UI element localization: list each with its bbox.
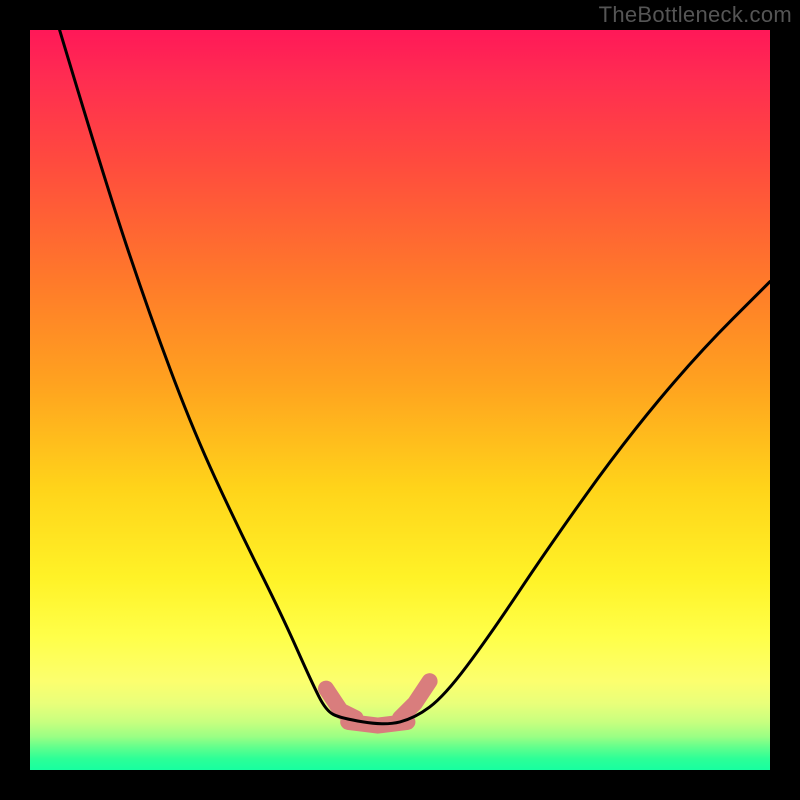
plot-area	[30, 30, 770, 770]
watermark-text: TheBottleneck.com	[599, 2, 792, 28]
chart-frame: TheBottleneck.com	[0, 0, 800, 800]
curve-svg	[30, 30, 770, 770]
highlight-right	[400, 681, 430, 718]
main-curve	[60, 30, 770, 724]
